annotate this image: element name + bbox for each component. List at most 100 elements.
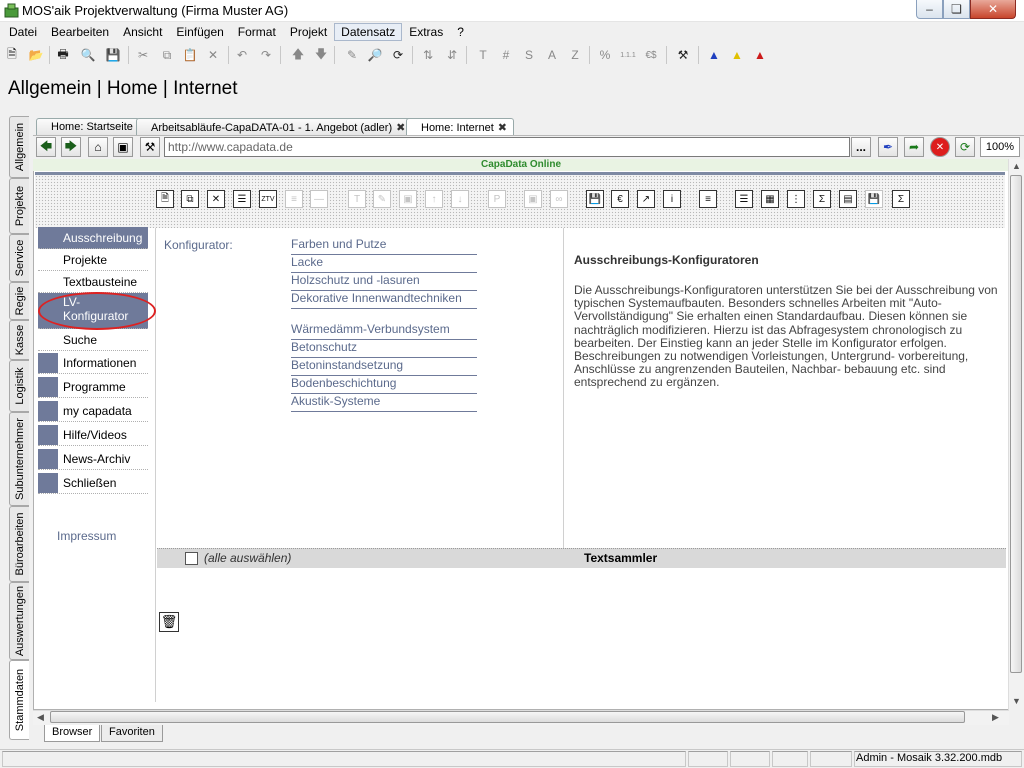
puzzle-red-icon[interactable]: ▲ xyxy=(750,45,770,65)
more-button[interactable]: ... xyxy=(851,137,871,157)
paste-icon[interactable]: 📋 xyxy=(180,45,200,65)
horizontal-scroll-thumb[interactable] xyxy=(50,711,965,723)
zoom-level[interactable]: 100% xyxy=(980,137,1020,157)
konfigurator-link[interactable]: Akustik-Systeme xyxy=(291,394,477,412)
print-icon[interactable]: 🖶 xyxy=(53,45,73,65)
export-icon[interactable]: ↗ xyxy=(637,190,655,208)
close-button[interactable]: ✕ xyxy=(970,0,1016,19)
new-icon[interactable]: 🗎 xyxy=(156,190,174,208)
side-tab-logistik[interactable]: Logistik xyxy=(9,360,29,412)
list-icon[interactable]: ☰ xyxy=(233,190,251,208)
menu-projekt[interactable]: Projekt xyxy=(283,23,334,41)
save-icon[interactable]: 💾 xyxy=(586,190,604,208)
stop-icon[interactable]: ✕ xyxy=(930,137,950,157)
minimize-button[interactable]: – xyxy=(916,0,943,19)
konfigurator-link[interactable]: Dekorative Innenwandtechniken xyxy=(291,291,477,309)
delete-icon[interactable]: ✕ xyxy=(207,190,225,208)
side-tab-bueroarbeiten[interactable]: Büroarbeiten xyxy=(9,506,29,582)
home-icon[interactable]: ⌂ xyxy=(88,137,108,157)
close-tab-icon[interactable]: ✖ xyxy=(498,122,507,134)
tab-favoriten[interactable]: Favoriten xyxy=(101,725,163,742)
impressum-link[interactable]: Impressum xyxy=(57,529,116,543)
table-icon[interactable]: ≡ xyxy=(699,190,717,208)
tab-arbeitsablaeufe[interactable]: Arbeitsabläufe-CapaDATA-01 - 1. Angebot … xyxy=(136,118,413,135)
menu-einfuegen[interactable]: Einfügen xyxy=(169,23,230,41)
redo-icon[interactable]: ↷ xyxy=(256,45,276,65)
menu-datensatz[interactable]: Datensatz xyxy=(334,23,403,41)
konfigurator-link[interactable]: Lacke xyxy=(291,255,477,273)
open-folder-icon[interactable]: 📂 xyxy=(26,45,46,65)
cut-icon[interactable]: ✂ xyxy=(133,45,153,65)
copy-icon[interactable]: ⧉ xyxy=(157,45,177,65)
konfigurator-link[interactable]: Wärmedämm-Verbundsystem xyxy=(291,322,477,340)
copy-icon[interactable]: ⧉ xyxy=(181,190,199,208)
down-icon[interactable]: ↓ xyxy=(451,190,469,208)
select-all-checkbox[interactable] xyxy=(185,552,198,565)
image-icon[interactable]: ▣ xyxy=(399,190,417,208)
nav-textbausteine[interactable]: Textbausteine xyxy=(38,271,148,293)
nav-my-capadata[interactable]: my capadata xyxy=(38,400,148,422)
tools-icon[interactable]: ⚒ xyxy=(673,45,693,65)
form-icon[interactable]: ☰ xyxy=(735,190,753,208)
back-icon[interactable]: 🡄 xyxy=(36,137,56,157)
align-icon[interactable]: ≡ xyxy=(285,190,303,208)
text-icon[interactable]: T xyxy=(473,45,493,65)
tab-browser[interactable]: Browser xyxy=(44,725,101,742)
pen-icon[interactable]: ✒ xyxy=(878,137,898,157)
puzzle-yellow-icon[interactable]: ▲ xyxy=(727,45,747,65)
scroll-left-icon[interactable]: ◀ xyxy=(37,712,44,723)
grid-icon[interactable]: ▦ xyxy=(761,190,779,208)
text-icon[interactable]: T xyxy=(348,190,366,208)
new-document-icon[interactable]: 🗎 xyxy=(2,45,22,65)
side-tab-allgemein[interactable]: Allgemein xyxy=(9,116,29,178)
vertical-scroll-thumb[interactable] xyxy=(1010,175,1022,673)
print-preview-icon[interactable]: 🔍 xyxy=(78,45,98,65)
percent-icon[interactable]: % xyxy=(595,45,615,65)
close-tab-icon[interactable]: ✖ xyxy=(396,122,405,134)
scroll-up-icon[interactable]: ▲ xyxy=(1012,161,1021,171)
a-icon[interactable]: A xyxy=(542,45,562,65)
forward-icon[interactable]: 🡆 xyxy=(61,137,81,157)
menu-format[interactable]: Format xyxy=(231,23,283,41)
numbering-icon[interactable]: 1.1.1 xyxy=(618,45,638,65)
nav-suche[interactable]: Suche xyxy=(38,329,148,351)
sort-desc-icon[interactable]: ⇵ xyxy=(442,45,462,65)
tab-home-startseite[interactable]: Home: Startseite xyxy=(36,118,140,135)
konfigurator-link[interactable]: Farben und Putze xyxy=(291,237,477,255)
move-up-icon[interactable]: 🡅 xyxy=(288,45,308,65)
side-tab-auswertungen[interactable]: Auswertungen xyxy=(9,582,29,660)
delete-icon[interactable]: ✕ xyxy=(203,45,223,65)
select-all-label[interactable]: (alle auswählen) xyxy=(204,551,291,565)
move-down-icon[interactable]: 🡇 xyxy=(311,45,331,65)
menu-ansicht[interactable]: Ansicht xyxy=(116,23,169,41)
tools-icon[interactable]: ⚒ xyxy=(140,137,160,157)
info-icon[interactable]: i xyxy=(663,190,681,208)
side-tab-regie[interactable]: Regie xyxy=(9,282,29,320)
konfigurator-link[interactable]: Bodenbeschichtung xyxy=(291,376,477,394)
nav-news-archiv[interactable]: News-Archiv xyxy=(38,448,148,470)
link-icon[interactable]: ∞ xyxy=(550,190,568,208)
network-icon[interactable]: ▣ xyxy=(113,137,133,157)
sum-icon[interactable]: Σ xyxy=(813,190,831,208)
puzzle-blue-icon[interactable]: ▲ xyxy=(704,45,724,65)
nav-informationen[interactable]: Informationen xyxy=(38,352,148,374)
trash-icon[interactable]: 🗑 xyxy=(159,612,179,632)
price-icon[interactable]: € xyxy=(611,190,629,208)
go-icon[interactable]: ➦ xyxy=(904,137,924,157)
menu-help[interactable]: ? xyxy=(450,23,471,41)
bullet-list-icon[interactable]: ⋮ xyxy=(787,190,805,208)
find-icon[interactable]: 🔎 xyxy=(365,45,385,65)
sort-icon[interactable]: ⇅ xyxy=(418,45,438,65)
maximize-button[interactable]: ❏ xyxy=(943,0,970,19)
side-tab-projekte[interactable]: Projekte xyxy=(9,178,29,234)
total-sum-icon[interactable]: Σ xyxy=(892,190,910,208)
summary-icon[interactable]: ▤ xyxy=(839,190,857,208)
nav-programme[interactable]: Programme xyxy=(38,376,148,398)
reload-icon[interactable]: ⟳ xyxy=(955,137,975,157)
edit-icon[interactable]: ✎ xyxy=(342,45,362,65)
up-icon[interactable]: ↑ xyxy=(425,190,443,208)
nav-ausschreibung[interactable]: Ausschreibung xyxy=(38,227,148,249)
menu-extras[interactable]: Extras xyxy=(402,23,450,41)
edit-icon[interactable]: ✎ xyxy=(373,190,391,208)
menu-bearbeiten[interactable]: Bearbeiten xyxy=(44,23,116,41)
